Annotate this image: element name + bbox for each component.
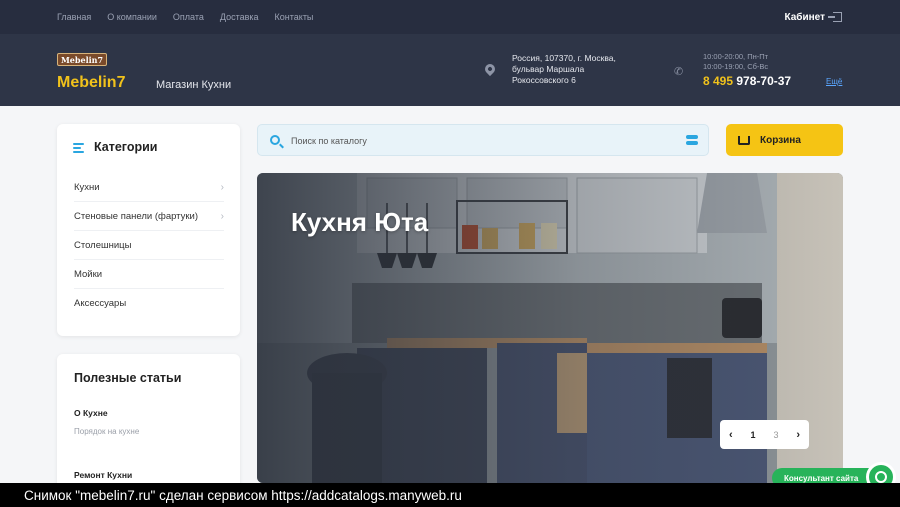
category-label: Мойки (74, 268, 103, 280)
articles-title: Полезные статьи (74, 371, 182, 385)
top-bar: Главная О компании Оплата Доставка Конта… (0, 0, 900, 34)
nav-link-delivery[interactable]: Доставка (220, 12, 259, 22)
screenshot-caption: Снимок "mebelin7.ru" сделан сервисом htt… (0, 483, 900, 507)
filter-toggle-icon[interactable] (686, 135, 698, 146)
category-label: Столешницы (74, 239, 132, 251)
category-item-wall-panels[interactable]: Стеновые панели (фартуки) › (74, 202, 224, 231)
more-contacts-link[interactable]: Ещё (826, 77, 842, 86)
phone-icon: ✆ (674, 66, 684, 78)
article-subtitle[interactable]: Порядок на кухне (74, 427, 139, 436)
chevron-left-icon[interactable]: ‹ (729, 429, 733, 441)
location-pin-icon (482, 61, 498, 77)
category-label: Стеновые панели (фартуки) (74, 210, 199, 222)
hours-line: 10:00-19:00, Сб-Вс (703, 62, 769, 71)
category-item-sinks[interactable]: Мойки (74, 260, 224, 289)
cart-icon (738, 135, 750, 145)
cabinet-button[interactable]: Кабинет (785, 0, 842, 34)
category-label: Кухни (74, 181, 100, 193)
phone-code: 8 495 (703, 74, 734, 88)
search-icon[interactable] (270, 135, 280, 145)
address-line: бульвар Маршала (512, 64, 585, 74)
hero-banner[interactable]: Кухня Юта ‹ 1 3 › (257, 173, 843, 483)
category-item-countertops[interactable]: Столешницы (74, 231, 224, 260)
phone-digits: 978-70-37 (736, 74, 792, 88)
chevron-right-icon: › (220, 210, 224, 222)
search-bar (257, 124, 709, 156)
chevron-right-icon: › (220, 181, 224, 193)
top-nav: Главная О компании Оплата Доставка Конта… (57, 0, 313, 34)
banner-title: Кухня Юта (291, 207, 429, 237)
chevron-right-icon[interactable]: › (796, 429, 800, 441)
logo-text[interactable]: Mebelin7 (57, 74, 125, 92)
article-title[interactable]: О Кухне (74, 408, 108, 418)
phone-number[interactable]: 8 495 978-70-37 (703, 74, 791, 88)
nav-link-payment[interactable]: Оплата (173, 12, 204, 22)
cart-label: Корзина (760, 134, 801, 146)
slide-current: 1 (750, 429, 756, 440)
site-header: Mebelin7 Mebelin7 Магазин Кухни Россия, … (0, 34, 900, 106)
category-item-kitchens[interactable]: Кухни › (74, 173, 224, 202)
cart-button[interactable]: Корзина (726, 124, 843, 156)
categories-header[interactable]: Категории (73, 140, 158, 154)
category-label: Аксессуары (74, 298, 127, 309)
article-title[interactable]: Ремонт Кухни (74, 470, 132, 480)
search-input[interactable] (291, 133, 671, 148)
store-address: Россия, 107370, г. Москва, бульвар Марша… (512, 53, 642, 86)
nav-link-home[interactable]: Главная (57, 12, 91, 22)
categories-title: Категории (94, 140, 158, 154)
articles-card: Полезные статьи О Кухне Порядок на кухне… (57, 354, 240, 494)
nav-link-about[interactable]: О компании (107, 12, 157, 22)
menu-icon (73, 142, 84, 153)
logo-badge[interactable]: Mebelin7 (57, 53, 107, 66)
slider-pager: ‹ 1 3 › (720, 420, 809, 449)
site-tagline: Магазин Кухни (156, 79, 232, 91)
address-line: Рокоссовского 6 (512, 75, 576, 85)
category-item-accessories[interactable]: Аксессуары (74, 289, 224, 318)
categories-list: Кухни › Стеновые панели (фартуки) › Стол… (74, 173, 224, 318)
hours-line: 10:00-20:00, Пн-Пт (703, 52, 769, 61)
nav-link-contacts[interactable]: Контакты (275, 12, 314, 22)
address-line: Россия, 107370, г. Москва, (512, 53, 616, 63)
cabinet-label: Кабинет (784, 11, 825, 23)
login-icon (828, 12, 842, 22)
categories-card: Категории Кухни › Стеновые панели (фарту… (57, 124, 240, 336)
slide-total: 3 (773, 429, 779, 440)
working-hours: 10:00-20:00, Пн-Пт 10:00-19:00, Сб-Вс (703, 52, 768, 72)
